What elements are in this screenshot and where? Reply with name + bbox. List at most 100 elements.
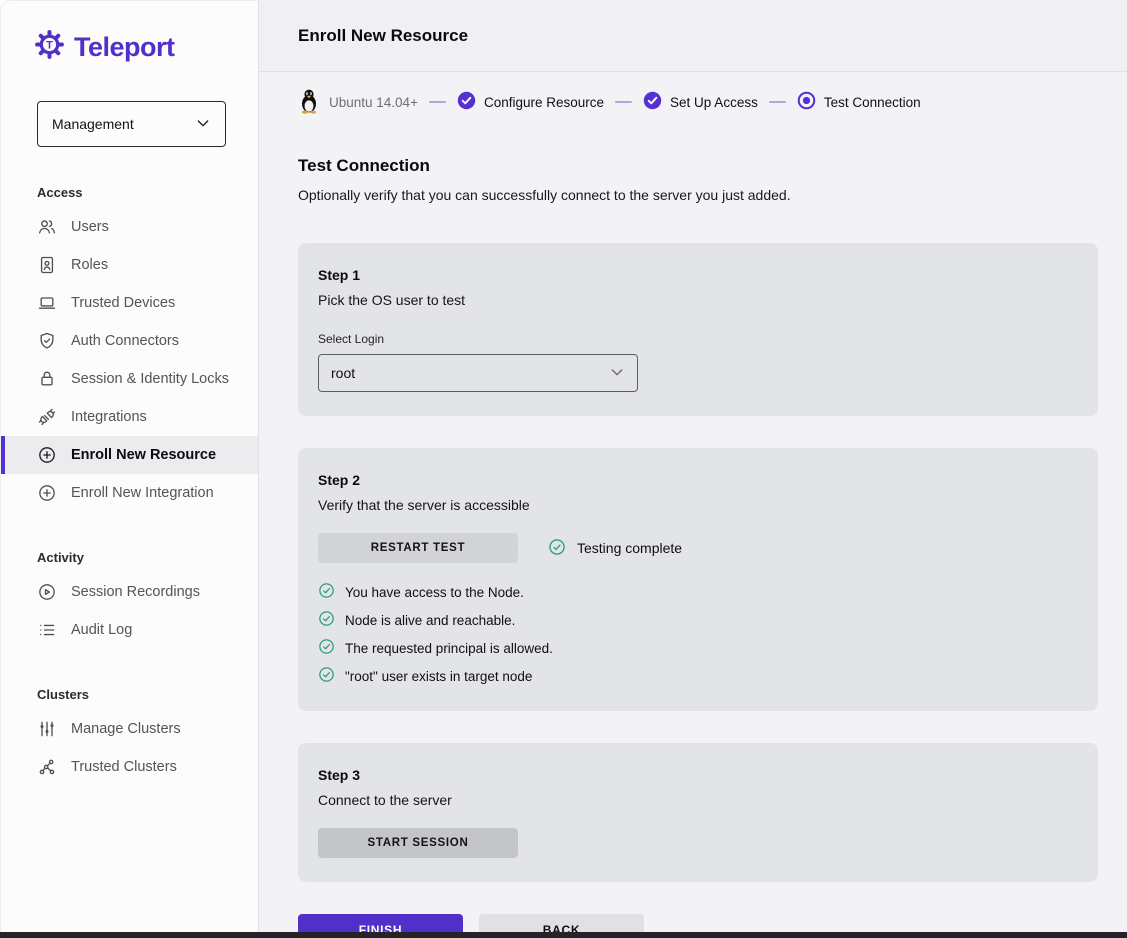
step-complete-icon: [643, 91, 662, 113]
svg-text:T: T: [46, 40, 53, 52]
sidebar-item-label: Session & Identity Locks: [71, 371, 229, 387]
nav-section-title-access: Access: [37, 185, 258, 200]
page-title: Enroll New Resource: [298, 26, 468, 46]
linux-penguin-icon: [298, 88, 320, 117]
sidebar-item-label: Enroll New Resource: [71, 447, 216, 463]
sidebar-item-label: Integrations: [71, 409, 147, 425]
sidebar-item-label: Manage Clusters: [71, 721, 181, 737]
chevron-down-icon: [195, 115, 211, 134]
sidebar-item-audit-log[interactable]: Audit Log: [1, 611, 258, 649]
sidebar-nav: Access Users Roles Trusted Devices: [1, 185, 258, 786]
scope-selector-value: Management: [52, 116, 134, 132]
step3-subtitle: Connect to the server: [318, 792, 1078, 808]
teleport-gear-icon: T: [34, 29, 65, 65]
step2-title: Step 2: [318, 472, 1078, 488]
circle-plus-icon: [37, 445, 57, 465]
sidebar-item-enroll-new-resource[interactable]: Enroll New Resource: [1, 436, 258, 474]
sidebar-item-auth-connectors[interactable]: Auth Connectors: [1, 322, 258, 360]
main-panel: Enroll New Resource: [259, 0, 1127, 938]
select-login-value: root: [331, 365, 355, 381]
sidebar-item-label: Session Recordings: [71, 584, 200, 600]
check-circle-icon: [318, 582, 335, 602]
shield-check-icon: [37, 331, 57, 351]
check-item-label: "root" user exists in target node: [345, 669, 532, 684]
logo-text: Teleport: [74, 32, 175, 63]
circle-plus-icon: [37, 483, 57, 503]
sidebar-item-roles[interactable]: Roles: [1, 246, 258, 284]
sidebar-item-trusted-clusters[interactable]: Trusted Clusters: [1, 748, 258, 786]
sidebar-item-session-recordings[interactable]: Session Recordings: [1, 573, 258, 611]
stepper-step-label: Set Up Access: [670, 95, 758, 110]
sidebar-item-label: Users: [71, 219, 109, 235]
stepper-connector: [429, 101, 446, 103]
sliders-icon: [37, 719, 57, 739]
section-description: Optionally verify that you can successfu…: [298, 187, 1127, 203]
check-item-label: You have access to the Node.: [345, 585, 524, 600]
page-header: Enroll New Resource: [259, 0, 1127, 72]
step-complete-icon: [457, 91, 476, 113]
step3-title: Step 3: [318, 767, 1078, 783]
stepper-step-set-up-access: Set Up Access: [643, 91, 758, 113]
testing-status: Testing complete: [548, 538, 682, 559]
stepper-step-configure-resource: Configure Resource: [457, 91, 604, 113]
stepper-connector: [615, 101, 632, 103]
users-icon: [37, 217, 57, 237]
testing-status-label: Testing complete: [577, 540, 682, 556]
check-item: "root" user exists in target node: [318, 665, 1078, 687]
check-item: The requested principal is allowed.: [318, 637, 1078, 659]
lock-icon: [37, 369, 57, 389]
teleport-logo: T Teleport: [1, 29, 258, 65]
section-heading: Test Connection: [298, 156, 1127, 176]
check-item-label: Node is alive and reachable.: [345, 613, 515, 628]
stepper-connector: [769, 101, 786, 103]
enroll-stepper: Ubuntu 14.04+ Configure Resource Set Up …: [259, 72, 1127, 116]
sidebar-item-label: Audit Log: [71, 622, 132, 638]
check-circle-icon: [318, 638, 335, 658]
start-session-button[interactable]: START SESSION: [318, 828, 518, 858]
play-circle-icon: [37, 582, 57, 602]
content-area: Test Connection Optionally verify that y…: [259, 116, 1127, 938]
scope-selector[interactable]: Management: [37, 101, 226, 147]
step2-subtitle: Verify that the server is accessible: [318, 497, 1078, 513]
sidebar-item-manage-clusters[interactable]: Manage Clusters: [1, 710, 258, 748]
check-item: Node is alive and reachable.: [318, 609, 1078, 631]
step3-card: Step 3 Connect to the server START SESSI…: [298, 743, 1098, 882]
nav-section-title-activity: Activity: [37, 550, 258, 565]
sidebar-item-label: Enroll New Integration: [71, 485, 214, 501]
select-login-label: Select Login: [318, 332, 1078, 346]
check-item: You have access to the Node.: [318, 581, 1078, 603]
step-current-icon: [797, 91, 816, 113]
sidebar-item-label: Auth Connectors: [71, 333, 179, 349]
sidebar-item-enroll-new-integration[interactable]: Enroll New Integration: [1, 474, 258, 512]
stepper-step-label: Configure Resource: [484, 95, 604, 110]
plug-icon: [37, 407, 57, 427]
sidebar-item-session-identity-locks[interactable]: Session & Identity Locks: [1, 360, 258, 398]
id-card-icon: [37, 255, 57, 275]
sidebar-item-integrations[interactable]: Integrations: [1, 398, 258, 436]
sidebar-item-trusted-devices[interactable]: Trusted Devices: [1, 284, 258, 322]
stepper-resource-label: Ubuntu 14.04+: [329, 95, 418, 110]
laptop-icon: [37, 293, 57, 313]
nav-section-title-clusters: Clusters: [37, 687, 258, 702]
sidebar: T Teleport Management Access Users: [0, 0, 259, 938]
list-icon: [37, 620, 57, 640]
sidebar-item-label: Trusted Clusters: [71, 759, 177, 775]
sidebar-item-users[interactable]: Users: [1, 208, 258, 246]
horizontal-scrollbar[interactable]: [0, 932, 1127, 938]
check-circle-icon: [318, 666, 335, 686]
step1-subtitle: Pick the OS user to test: [318, 292, 1078, 308]
stepper-resource: Ubuntu 14.04+: [298, 88, 418, 117]
check-item-label: The requested principal is allowed.: [345, 641, 553, 656]
check-circle-icon: [548, 538, 566, 559]
step2-card: Step 2 Verify that the server is accessi…: [298, 448, 1098, 711]
chevron-down-icon: [609, 364, 625, 383]
step1-title: Step 1: [318, 267, 1078, 283]
restart-test-button[interactable]: RESTART TEST: [318, 533, 518, 563]
test-checklist: You have access to the Node. Node is ali…: [318, 581, 1078, 687]
stepper-step-test-connection: Test Connection: [797, 91, 921, 113]
app-window: T Teleport Management Access Users: [0, 0, 1127, 938]
network-icon: [37, 757, 57, 777]
check-circle-icon: [318, 610, 335, 630]
stepper-step-label: Test Connection: [824, 95, 921, 110]
select-login-dropdown[interactable]: root: [318, 354, 638, 392]
